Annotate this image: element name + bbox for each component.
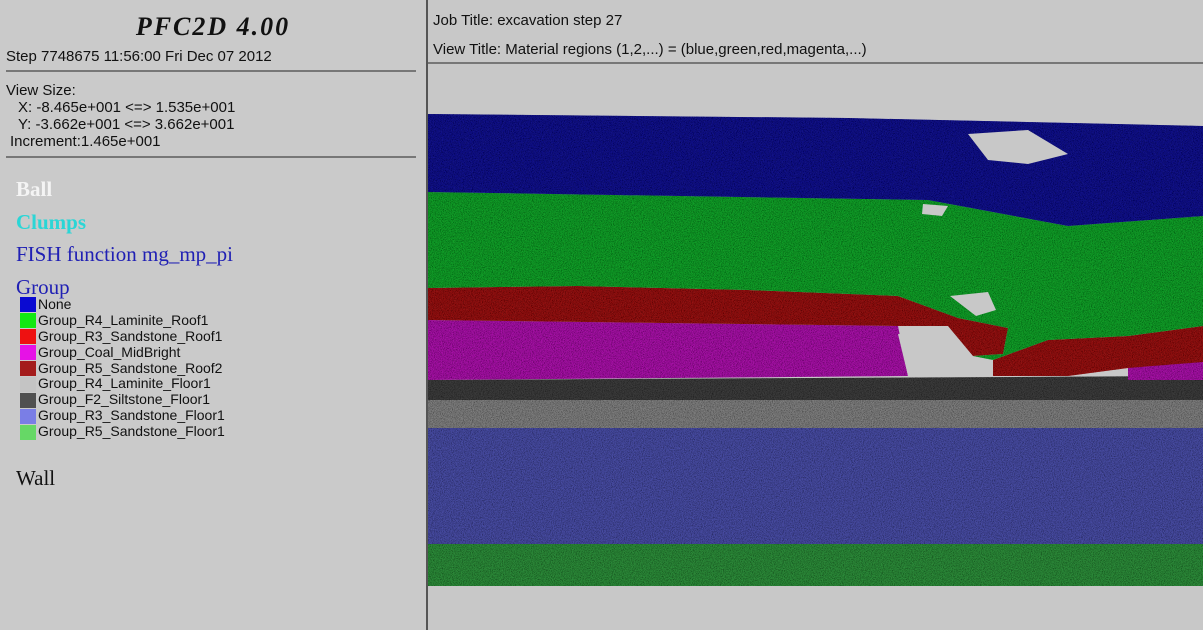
- material-regions-plot[interactable]: [428, 64, 1203, 630]
- layer-sandstone-floor-green: [428, 544, 1203, 586]
- legend-item: None: [20, 296, 225, 313]
- legend-swatch: [20, 424, 36, 440]
- legend-label: Group_R3_Sandstone_Floor1: [38, 407, 225, 424]
- plot-item-fish-function: FISH function mg_mp_pi: [16, 242, 234, 266]
- plot-item-ball: Ball: [16, 177, 53, 201]
- layer-siltstone-dark: [428, 376, 1203, 400]
- legend-label: Group_R5_Sandstone_Floor1: [38, 423, 225, 440]
- legend-swatch: [20, 297, 36, 313]
- legend-swatch: [20, 376, 36, 392]
- step-timestamp: Step 7748675 11:56:00 Fri Dec 07 2012: [6, 48, 272, 65]
- divider: [6, 156, 416, 158]
- divider: [6, 70, 416, 72]
- legend-item: Group_R5_Sandstone_Roof2: [20, 359, 225, 377]
- legend-panel: PFC2D 4.00 Step 7748675 11:56:00 Fri Dec…: [0, 0, 426, 630]
- view-size-label: View Size:: [6, 82, 76, 99]
- plot-item-wall: Wall: [16, 466, 56, 490]
- legend-item: Group_R4_Laminite_Roof1: [20, 311, 225, 329]
- layer-sandstone-floor-blue: [428, 426, 1203, 544]
- legend-swatch: [20, 329, 36, 345]
- group-legend: None Group_R4_Laminite_Roof1 Group_R3_Sand…: [20, 296, 225, 440]
- legend-label: Group_Coal_MidBright: [38, 343, 181, 360]
- legend-item: Group_R3_Sandstone_Floor1: [20, 407, 225, 424]
- legend-label: Group_R3_Sandstone_Roof1: [38, 327, 223, 344]
- legend-item: Group_R5_Sandstone_Floor1: [20, 423, 225, 440]
- legend-label: Group_R4_Laminite_Roof1: [38, 311, 209, 328]
- layer-coal-magenta: [428, 320, 908, 380]
- layer-laminite-floor-grey: [428, 396, 1203, 428]
- legend-label: None: [38, 296, 72, 312]
- legend-swatch: [20, 345, 36, 361]
- legend-label: Group_F2_Siltstone_Floor1: [38, 391, 210, 408]
- legend-swatch: [20, 392, 36, 408]
- app-title: PFC2D 4.00: [135, 12, 291, 41]
- legend-swatch: [20, 361, 36, 376]
- legend-item: Group_R3_Sandstone_Roof1: [20, 327, 225, 345]
- legend-swatch: [20, 408, 36, 424]
- legend-label: Group_R5_Sandstone_Roof2: [38, 359, 223, 376]
- view-size-x: X: -8.465e+001 <=> 1.535e+001: [18, 99, 236, 116]
- legend-label: Group_R4_Laminite_Floor1: [38, 375, 211, 392]
- legend-swatch: [20, 313, 36, 329]
- job-title: Job Title: excavation step 27: [433, 12, 623, 29]
- legend-item: Group_Coal_MidBright: [20, 343, 225, 361]
- view-size-y: Y: -3.662e+001 <=> 3.662e+001: [18, 116, 235, 133]
- view-title: View Title: Material regions (1,2,...) =…: [433, 41, 867, 58]
- legend-item: Group_F2_Siltstone_Floor1: [20, 391, 225, 408]
- legend-item: Group_R4_Laminite_Floor1: [20, 376, 225, 392]
- view-size-increment: Increment:1.465e+001: [10, 133, 161, 150]
- plot-item-clumps: Clumps: [16, 210, 87, 234]
